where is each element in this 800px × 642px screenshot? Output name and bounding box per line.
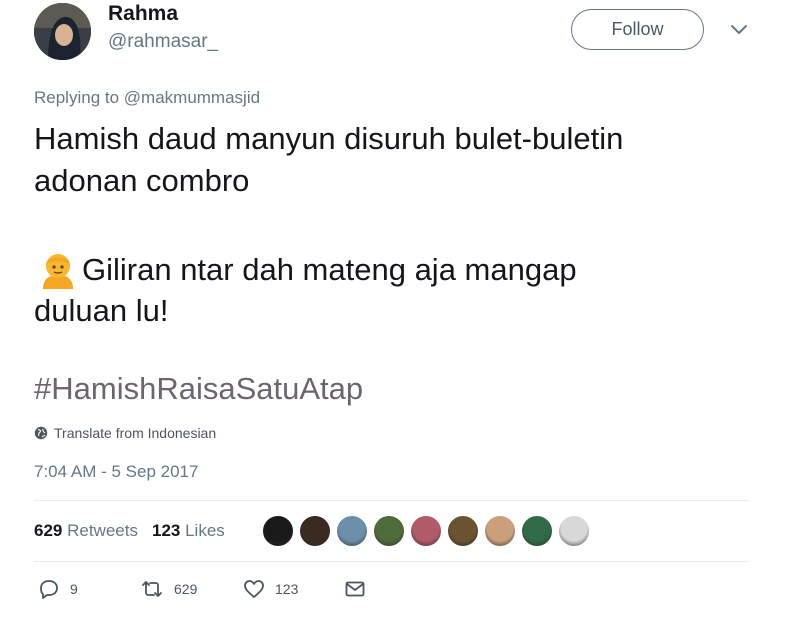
globe-icon bbox=[34, 426, 48, 440]
person-emoji-icon bbox=[37, 249, 79, 291]
liker-avatar[interactable] bbox=[558, 515, 590, 547]
envelope-icon bbox=[345, 581, 365, 597]
display-name[interactable]: Rahma bbox=[108, 2, 178, 26]
tweet-text-line: duluan lu! bbox=[34, 293, 169, 328]
liker-avatars bbox=[262, 515, 595, 547]
liker-avatar[interactable] bbox=[484, 515, 516, 547]
liker-avatar[interactable] bbox=[262, 515, 294, 547]
retweet-button[interactable]: 629 bbox=[140, 578, 197, 600]
retweet-count: 629 bbox=[174, 581, 198, 597]
user-handle[interactable]: @rahmasar_ bbox=[108, 31, 218, 53]
likes-stat[interactable]: 123 Likes bbox=[152, 521, 225, 541]
reply-context: Replying to @makmummasjid bbox=[34, 88, 260, 108]
like-count: 123 bbox=[275, 581, 299, 597]
divider bbox=[34, 561, 749, 562]
tweet-text-line: Hamish daud manyun disuruh bulet-buletin bbox=[34, 121, 624, 156]
avatar-image bbox=[34, 3, 91, 60]
avatar[interactable] bbox=[34, 3, 91, 60]
translate-link[interactable]: Translate from Indonesian bbox=[34, 425, 216, 441]
like-button[interactable]: 123 bbox=[243, 578, 298, 600]
heart-icon bbox=[244, 580, 264, 598]
tweet-text-line: adonan combro bbox=[34, 163, 250, 198]
liker-avatar[interactable] bbox=[373, 515, 405, 547]
likes-count: 123 bbox=[151, 521, 181, 540]
liker-avatar[interactable] bbox=[410, 515, 442, 547]
translate-label: Translate from Indonesian bbox=[54, 425, 217, 441]
reply-mention-link[interactable]: @makmummasjid bbox=[124, 88, 260, 107]
retweet-icon bbox=[142, 581, 162, 597]
reply-icon bbox=[40, 580, 58, 599]
retweets-stat[interactable]: 629 Retweets bbox=[34, 521, 138, 541]
liker-avatar[interactable] bbox=[336, 515, 368, 547]
retweets-label: Retweets bbox=[67, 521, 138, 540]
follow-button[interactable]: Follow bbox=[571, 9, 704, 50]
timestamp[interactable]: 7:04 AM - 5 Sep 2017 bbox=[34, 462, 198, 482]
tweet-text-line: Giliran ntar dah mateng aja mangap bbox=[82, 252, 577, 287]
chevron-down-icon[interactable] bbox=[728, 22, 750, 38]
reply-context-prefix: Replying to bbox=[34, 88, 124, 107]
retweets-count: 629 bbox=[34, 521, 63, 540]
divider bbox=[34, 500, 749, 501]
liker-avatar[interactable] bbox=[299, 515, 331, 547]
likes-label: Likes bbox=[185, 521, 225, 540]
tweet-stats: 629 Retweets 123 Likes bbox=[34, 521, 225, 541]
reply-count: 9 bbox=[70, 581, 78, 597]
hashtag-link[interactable]: #HamishRaisaSatuAtap bbox=[34, 371, 363, 407]
reply-button[interactable]: 9 bbox=[38, 578, 78, 600]
liker-avatar[interactable] bbox=[447, 515, 479, 547]
direct-message-button[interactable] bbox=[344, 578, 366, 600]
liker-avatar[interactable] bbox=[521, 515, 553, 547]
